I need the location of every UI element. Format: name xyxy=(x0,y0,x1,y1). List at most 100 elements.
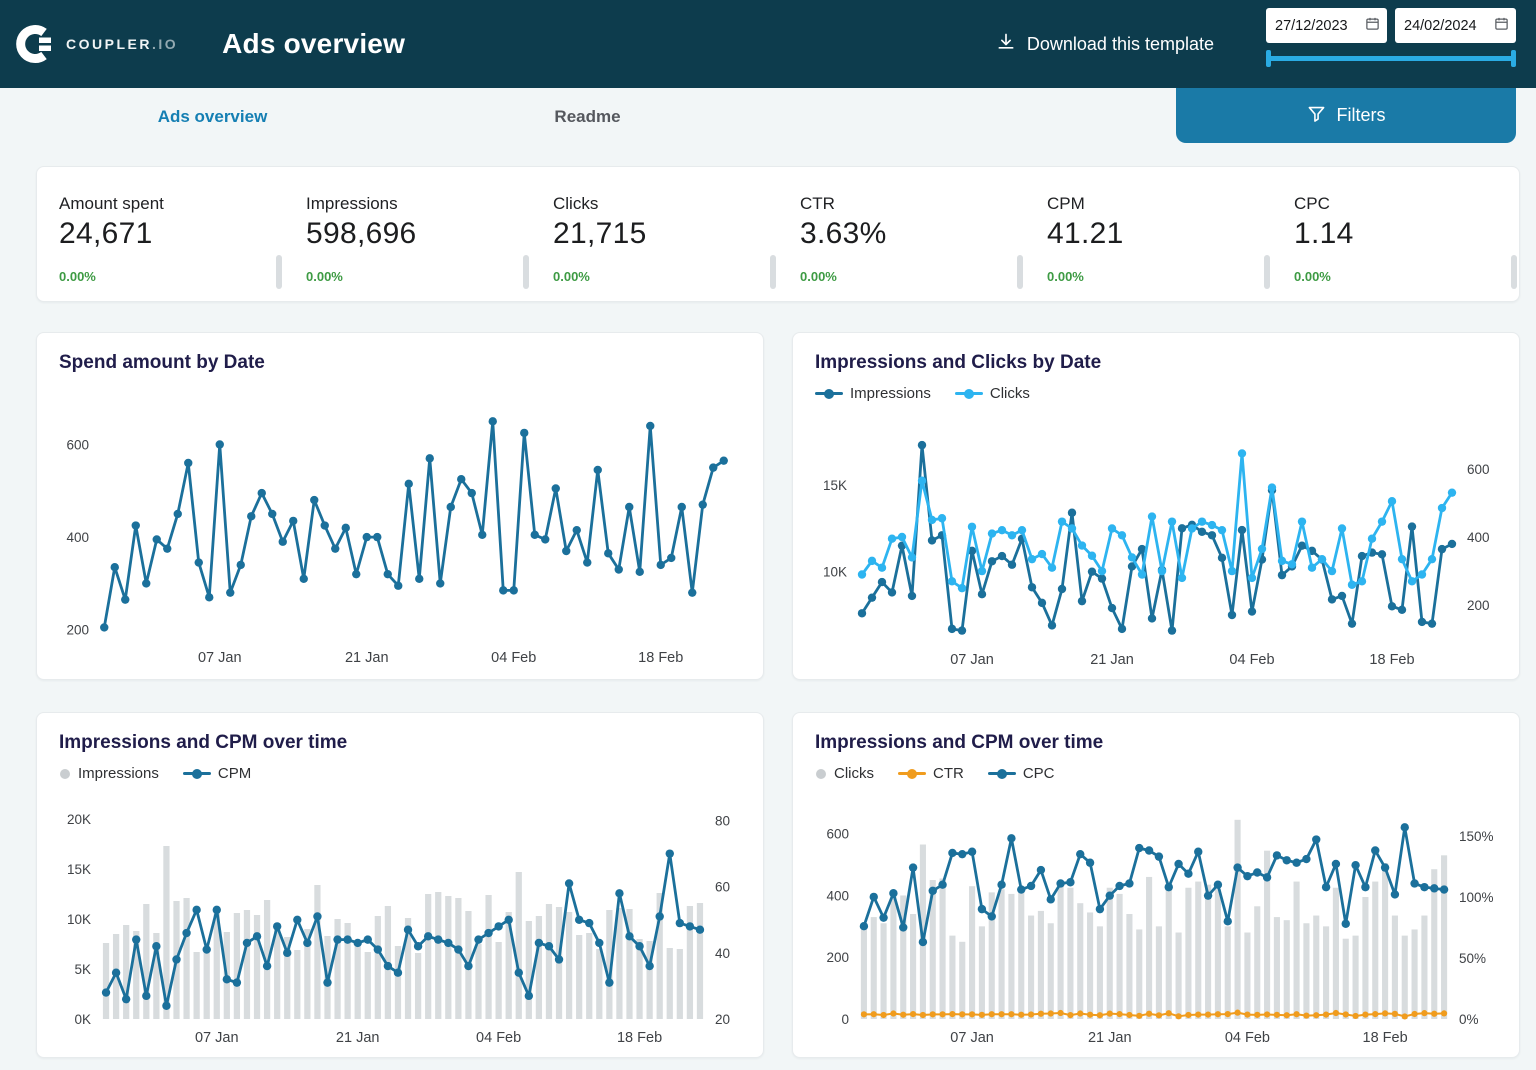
legend-item-clicks[interactable]: Clicks xyxy=(955,385,1030,402)
kpi-value: 41.21 xyxy=(1047,217,1272,251)
chart-title: Impressions and CPM over time xyxy=(815,732,1497,754)
kpi-label: CTR xyxy=(800,194,1025,214)
legend-marker-icon xyxy=(59,768,71,780)
kpi-summary-card: Amount spent 24,671 0.00% Impressions 59… xyxy=(36,166,1520,302)
kpi-label: Clicks xyxy=(553,194,778,214)
svg-text:07 Jan: 07 Jan xyxy=(950,1030,994,1046)
legend-marker-icon xyxy=(955,388,983,400)
svg-text:0%: 0% xyxy=(1459,1012,1479,1027)
svg-text:18 Feb: 18 Feb xyxy=(638,650,683,666)
svg-text:150%: 150% xyxy=(1459,829,1494,844)
legend-marker-icon xyxy=(898,768,926,780)
kpi-value: 24,671 xyxy=(59,217,284,251)
clicks-ctr-cpc-plot: 0 200 400 600 0% 50% 100% 150% 07 Jan 21 Jan 04 Fe… xyxy=(809,801,1503,1049)
svg-text:600: 600 xyxy=(826,827,849,842)
date-to-input[interactable]: 24/02/2024 xyxy=(1395,8,1516,43)
tab-readme[interactable]: Readme xyxy=(400,107,775,127)
svg-text:15K: 15K xyxy=(823,478,847,493)
legend-item-clicks[interactable]: Clicks xyxy=(815,765,874,782)
svg-text:04 Feb: 04 Feb xyxy=(1225,1030,1270,1046)
date-from-input[interactable]: 27/12/2023 xyxy=(1266,8,1387,43)
svg-text:200: 200 xyxy=(66,623,89,638)
svg-text:600: 600 xyxy=(1467,462,1490,477)
kpi-delta: 0.00% xyxy=(1047,269,1084,284)
kpi-divider xyxy=(523,255,529,289)
kpi-divider xyxy=(1017,255,1023,289)
filters-button[interactable]: Filters xyxy=(1176,88,1516,143)
kpi-value: 3.63% xyxy=(800,217,1025,251)
svg-text:400: 400 xyxy=(826,888,849,903)
date-range-controls: 27/12/2023 24/02/2024 xyxy=(1266,8,1516,67)
page-title: Ads overview xyxy=(222,28,405,60)
calendar-icon xyxy=(1365,16,1380,35)
kpi-ctr: CTR 3.63% 0.00% xyxy=(778,167,1025,301)
svg-text:50%: 50% xyxy=(1459,951,1486,966)
impressions-cpm-plot: 0K5K10K15K20K2040608007 Jan21 Jan04 Feb1… xyxy=(53,801,747,1049)
calendar-icon xyxy=(1494,16,1509,35)
legend-marker-icon xyxy=(815,388,843,400)
kpi-value: 598,696 xyxy=(306,217,531,251)
svg-text:40: 40 xyxy=(715,946,730,961)
brand-wordmark: COUPLER.IO xyxy=(66,36,178,52)
kpi-label: CPC xyxy=(1294,194,1519,214)
impressions-cpm-chart-card: Impressions and CPM over time Impression… xyxy=(36,712,764,1058)
svg-text:04 Feb: 04 Feb xyxy=(476,1030,521,1046)
svg-text:10K: 10K xyxy=(67,912,91,927)
kpi-delta: 0.00% xyxy=(800,269,837,284)
chart-legend: Impressions Clicks xyxy=(815,385,1497,402)
legend-item-cpc[interactable]: CPC xyxy=(988,765,1055,782)
slider-handle-start[interactable] xyxy=(1266,50,1271,67)
app-header: COUPLER.IO Ads overview Download this te… xyxy=(0,0,1536,88)
svg-text:21 Jan: 21 Jan xyxy=(336,1030,380,1046)
svg-text:0K: 0K xyxy=(74,1012,91,1027)
svg-text:5K: 5K xyxy=(74,962,91,977)
svg-text:20K: 20K xyxy=(67,812,91,827)
svg-text:21 Jan: 21 Jan xyxy=(1090,652,1134,668)
kpi-delta: 0.00% xyxy=(553,269,590,284)
spend-by-date-plot: 20040060007 Jan21 Jan04 Feb18 Feb xyxy=(53,403,747,669)
kpi-divider xyxy=(1511,255,1517,289)
chart-legend: Clicks CTR CPC xyxy=(815,765,1497,782)
kpi-cpm: CPM 41.21 0.00% xyxy=(1025,167,1272,301)
svg-text:20: 20 xyxy=(715,1012,730,1027)
kpi-label: CPM xyxy=(1047,194,1272,214)
svg-text:10K: 10K xyxy=(823,565,847,580)
coupler-logo-icon xyxy=(16,24,56,64)
svg-text:18 Feb: 18 Feb xyxy=(1363,1030,1408,1046)
svg-text:400: 400 xyxy=(1467,530,1490,545)
svg-text:100%: 100% xyxy=(1459,890,1494,905)
date-range-slider[interactable] xyxy=(1266,50,1516,67)
svg-text:07 Jan: 07 Jan xyxy=(195,1030,239,1046)
svg-text:18 Feb: 18 Feb xyxy=(617,1030,662,1046)
svg-text:15K: 15K xyxy=(67,862,91,877)
svg-text:04 Feb: 04 Feb xyxy=(491,650,536,666)
kpi-cpc: CPC 1.14 0.00% xyxy=(1272,167,1519,301)
tab-ads-overview[interactable]: Ads overview xyxy=(25,107,400,127)
funnel-icon xyxy=(1307,104,1326,128)
legend-item-cpm[interactable]: CPM xyxy=(183,765,251,782)
legend-item-impressions[interactable]: Impressions xyxy=(815,385,931,402)
charts-grid: Spend amount by Date 20040060007 Jan21 J… xyxy=(36,332,1520,1058)
legend-marker-icon xyxy=(815,768,827,780)
impressions-clicks-plot: 10K15K20040060007 Jan21 Jan04 Feb18 Feb xyxy=(809,423,1503,671)
legend-item-impressions[interactable]: Impressions xyxy=(59,765,159,782)
chart-title: Impressions and Clicks by Date xyxy=(815,352,1497,374)
chart-title: Impressions and CPM over time xyxy=(59,732,741,754)
slider-track xyxy=(1266,56,1516,61)
legend-item-ctr[interactable]: CTR xyxy=(898,765,964,782)
kpi-divider xyxy=(276,255,282,289)
svg-text:18 Feb: 18 Feb xyxy=(1369,652,1414,668)
spend-by-date-chart-card: Spend amount by Date 20040060007 Jan21 J… xyxy=(36,332,764,680)
svg-text:400: 400 xyxy=(66,530,89,545)
kpi-value: 21,715 xyxy=(553,217,778,251)
chart-legend: Impressions CPM xyxy=(59,765,741,782)
download-template-button[interactable]: Download this template xyxy=(996,32,1214,57)
svg-text:0: 0 xyxy=(841,1012,849,1027)
svg-text:07 Jan: 07 Jan xyxy=(950,652,994,668)
svg-text:200: 200 xyxy=(826,950,849,965)
chart-title: Spend amount by Date xyxy=(59,352,741,374)
kpi-divider xyxy=(1264,255,1270,289)
clicks-ctr-cpc-chart-card: Impressions and CPM over time Clicks CTR… xyxy=(792,712,1520,1058)
svg-text:21 Jan: 21 Jan xyxy=(1088,1030,1132,1046)
slider-handle-end[interactable] xyxy=(1511,50,1516,67)
